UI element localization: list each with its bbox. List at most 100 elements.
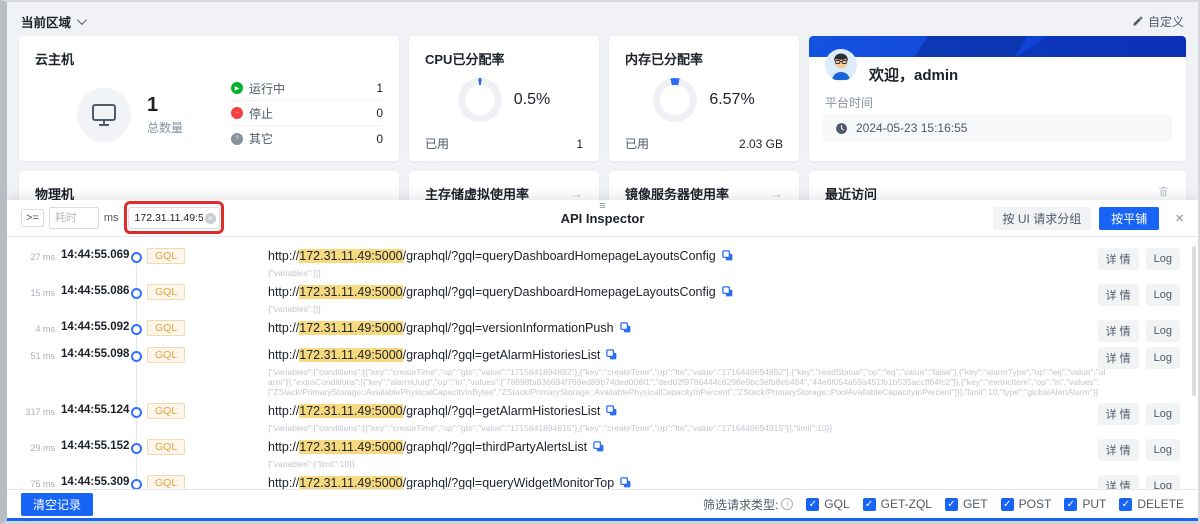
request-duration: 4 ms <box>7 324 55 334</box>
clear-input-icon[interactable]: × <box>205 213 216 224</box>
copy-icon[interactable] <box>605 404 618 422</box>
checkbox-checked-icon: ✓ <box>945 498 958 511</box>
vm-status-list: ▶运行中1−停止0?其它0 <box>231 76 383 151</box>
copy-icon[interactable] <box>721 249 734 267</box>
request-actions: 详 情 Log <box>1098 475 1180 489</box>
request-row: 51 ms14:44:55.098GQLhttp://172.31.11.49:… <box>7 347 1198 397</box>
request-method-tag: GQL <box>147 347 185 363</box>
request-url: http://172.31.11.49:5000/graphql/?gql=qu… <box>268 248 1106 267</box>
detail-button[interactable]: 详 情 <box>1098 403 1139 425</box>
gauge-stat-row: 总量30.91 GB <box>625 155 783 161</box>
copy-icon[interactable] <box>619 476 632 489</box>
copy-icon[interactable] <box>605 348 618 366</box>
gauge-stat-value: 2.03 GB <box>739 137 783 151</box>
url-prefix: http:// <box>268 249 299 263</box>
drag-handle-icon[interactable]: ≡ <box>561 202 645 211</box>
customize-button[interactable]: 自定义 <box>1132 13 1184 30</box>
close-icon[interactable]: × <box>1175 210 1184 227</box>
type-checkbox-get[interactable]: ✓GET <box>945 497 988 511</box>
copy-icon[interactable] <box>721 285 734 303</box>
gauge-stat-row: 总量 200 <box>425 155 583 161</box>
vm-total-label: 总数量 <box>147 119 183 136</box>
type-checkbox-get-zql[interactable]: ✓GET-ZQL <box>863 497 932 511</box>
timeline-marker-icon <box>131 479 142 489</box>
copy-icon[interactable] <box>619 321 632 339</box>
detail-button[interactable]: 详 情 <box>1098 439 1139 461</box>
detail-button[interactable]: 详 情 <box>1098 248 1139 270</box>
request-method-tag: GQL <box>147 248 185 264</box>
region-selector[interactable]: 当前区域 <box>21 12 84 31</box>
request-url: http://172.31.11.49:5000/graphql/?gql=ge… <box>268 403 1106 422</box>
request-timestamp: 14:44:55.092 <box>61 321 129 333</box>
request-duration: 317 ms <box>7 407 55 417</box>
flat-view-button[interactable]: 按平铺 <box>1099 207 1159 230</box>
arrow-right-icon[interactable]: → <box>770 186 783 201</box>
type-label: GQL <box>824 497 849 511</box>
request-content: http://172.31.11.49:5000/graphql/?gql=th… <box>268 439 1106 469</box>
type-checkbox-delete[interactable]: ✓DELETE <box>1119 497 1184 511</box>
type-checkbox-put[interactable]: ✓PUT <box>1064 497 1106 511</box>
log-button[interactable]: Log <box>1146 347 1180 369</box>
detail-button[interactable]: 详 情 <box>1098 284 1139 306</box>
vm-status-value: 0 <box>376 106 383 120</box>
url-host-highlight: 172.31.11.49:5000 <box>299 285 402 299</box>
inspector-footer: 清空记录 筛选请求类型: i ✓GQL✓GET-ZQL✓GET✓POST✓PUT… <box>7 489 1198 518</box>
avatar <box>825 49 857 81</box>
request-row: 15 ms14:44:55.086GQLhttp://172.31.11.49:… <box>7 284 1198 314</box>
gauge-stat-row: 已用1 <box>425 132 583 155</box>
request-timestamp: 14:44:55.309 <box>61 476 129 488</box>
request-payload: {"variables":[]} <box>268 304 1106 314</box>
type-label: POST <box>1019 497 1052 511</box>
duration-filter-input[interactable] <box>49 207 99 229</box>
type-checkbox-gql[interactable]: ✓GQL <box>806 497 849 511</box>
clear-records-button[interactable]: 清空记录 <box>21 493 93 516</box>
request-actions: 详 情 Log <box>1098 320 1180 342</box>
request-timestamp: 14:44:55.152 <box>61 440 129 452</box>
request-actions: 详 情 Log <box>1098 403 1180 425</box>
request-content: http://172.31.11.49:5000/graphql/?gql=qu… <box>268 284 1106 314</box>
inspector-title-block: ≡ API Inspector <box>561 202 645 227</box>
url-host-highlight: 172.31.11.49:5000 <box>299 321 402 335</box>
log-button[interactable]: Log <box>1146 475 1180 489</box>
copy-icon[interactable] <box>592 440 605 458</box>
detail-button[interactable]: 详 情 <box>1098 475 1139 489</box>
info-icon[interactable]: i <box>781 498 793 510</box>
url-host-highlight: 172.31.11.49:5000 <box>299 476 402 489</box>
request-method-tag: GQL <box>147 403 185 419</box>
request-content: http://172.31.11.49:5000/graphql/?gql=qu… <box>268 475 1106 489</box>
welcome-greeting: 欢迎，admin <box>869 64 958 85</box>
cpu-percent: 0.5% <box>514 91 550 109</box>
memory-card: 内存已分配率 6.57% 已用2.03 GB总量30.91 GB <box>609 36 799 161</box>
inspector-header: >= ms × ≡ API Inspector 按 UI 请求分组 按平铺 × <box>7 200 1198 237</box>
gauge-stat-label: 总量 <box>425 158 449 161</box>
arrow-right-icon[interactable]: → <box>570 186 583 201</box>
vm-status-label: 停止 <box>249 105 273 122</box>
filter-types-label: 筛选请求类型: <box>703 496 778 513</box>
type-checkbox-post[interactable]: ✓POST <box>1001 497 1052 511</box>
request-actions: 详 情 Log <box>1098 439 1180 461</box>
timeline-marker-icon <box>131 443 142 454</box>
host-filter-wrap: × <box>128 207 220 229</box>
detail-button[interactable]: 详 情 <box>1098 347 1139 369</box>
log-button[interactable]: Log <box>1146 284 1180 306</box>
request-row: 317 ms14:44:55.124GQLhttp://172.31.11.49… <box>7 403 1198 433</box>
request-url: http://172.31.11.49:5000/graphql/?gql=ge… <box>268 347 1106 366</box>
log-button[interactable]: Log <box>1146 248 1180 270</box>
request-timestamp: 14:44:55.086 <box>61 285 129 297</box>
log-button[interactable]: Log <box>1146 403 1180 425</box>
timeline-marker-icon <box>131 252 142 263</box>
duration-operator[interactable]: >= <box>21 209 44 227</box>
gauge-stat-value: 200 <box>563 160 583 162</box>
inspector-filters: >= ms × <box>21 207 220 229</box>
log-button[interactable]: Log <box>1146 320 1180 342</box>
cards-row-1: 云主机 1 总数量 ▶运行中1−停止0?其它0 CPU已分配率 0.5% <box>19 36 1186 161</box>
status-dot-icon: ? <box>231 133 243 145</box>
vm-status-label: 其它 <box>249 130 273 147</box>
group-by-ui-button[interactable]: 按 UI 请求分组 <box>993 207 1092 230</box>
vm-status-row: ?其它0 <box>231 126 383 151</box>
detail-button[interactable]: 详 情 <box>1098 320 1139 342</box>
log-button[interactable]: Log <box>1146 439 1180 461</box>
url-path: /graphql/?gql=queryWidgetMonitorTop <box>403 476 615 489</box>
url-host-highlight: 172.31.11.49:5000 <box>299 440 402 454</box>
url-path: /graphql/?gql=versionInformationPush <box>403 321 614 335</box>
